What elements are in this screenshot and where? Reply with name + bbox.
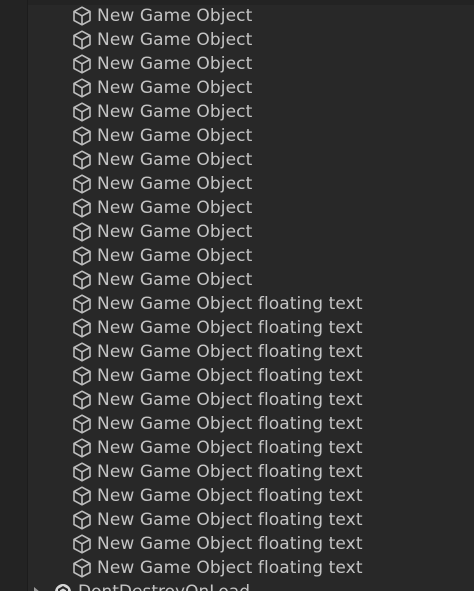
hierarchy-item-label: New Game Object floating text	[97, 414, 363, 434]
hierarchy-item[interactable]: New Game Object	[28, 268, 474, 292]
hierarchy-item[interactable]: New Game Object floating text	[28, 388, 474, 412]
hierarchy-item[interactable]: New Game Object	[28, 100, 474, 124]
hierarchy-item[interactable]: New Game Object floating text	[28, 556, 474, 580]
cube-icon	[73, 246, 91, 266]
unity-scene-icon	[55, 584, 71, 591]
hierarchy-item-label: New Game Object	[97, 246, 253, 266]
hierarchy-item-label: New Game Object	[97, 54, 253, 74]
hierarchy-item-label: New Game Object floating text	[97, 486, 363, 506]
hierarchy-item[interactable]: New Game Object floating text	[28, 508, 474, 532]
cube-icon	[73, 342, 91, 362]
hierarchy-item[interactable]: New Game Object	[28, 244, 474, 268]
hierarchy-item[interactable]: New Game Object floating text	[28, 292, 474, 316]
hierarchy-item-label: New Game Object floating text	[97, 318, 363, 338]
hierarchy-item-label: New Game Object	[97, 270, 253, 290]
cube-icon	[73, 78, 91, 98]
hierarchy-item[interactable]: New Game Object	[28, 172, 474, 196]
hierarchy-window: New Game Object New Game Object New Game…	[0, 0, 474, 591]
hierarchy-left-gutter	[0, 0, 28, 591]
hierarchy-item-label: New Game Object floating text	[97, 510, 363, 530]
hierarchy-item-label: New Game Object	[97, 198, 253, 218]
foldout-arrow-icon[interactable]	[34, 587, 40, 591]
cube-icon	[73, 438, 91, 458]
cube-icon	[73, 150, 91, 170]
hierarchy-item[interactable]: New Game Object floating text	[28, 460, 474, 484]
hierarchy-item[interactable]: New Game Object	[28, 28, 474, 52]
hierarchy-item[interactable]: New Game Object	[28, 76, 474, 100]
hierarchy-item-label: New Game Object	[97, 126, 253, 146]
cube-icon	[73, 30, 91, 50]
hierarchy-item-label: New Game Object floating text	[97, 342, 363, 362]
hierarchy-item-label: New Game Object	[97, 6, 253, 26]
cube-icon	[73, 174, 91, 194]
cube-icon	[73, 198, 91, 218]
hierarchy-item[interactable]: New Game Object	[28, 196, 474, 220]
cube-icon	[73, 510, 91, 530]
cube-icon	[73, 294, 91, 314]
scene-row-dontdestroyonload[interactable]: DontDestroyOnLoad	[28, 580, 474, 591]
hierarchy-item[interactable]: New Game Object floating text	[28, 484, 474, 508]
hierarchy-item-label: New Game Object	[97, 150, 253, 170]
cube-icon	[73, 486, 91, 506]
hierarchy-item-label: New Game Object floating text	[97, 438, 363, 458]
scene-row-label: DontDestroyOnLoad	[78, 580, 250, 591]
cube-icon	[73, 222, 91, 242]
hierarchy-item-label: New Game Object floating text	[97, 294, 363, 314]
cube-icon	[73, 558, 91, 578]
hierarchy-item-label: New Game Object	[97, 30, 253, 50]
hierarchy-item-label: New Game Object	[97, 222, 253, 242]
cube-icon	[73, 390, 91, 410]
hierarchy-item[interactable]: New Game Object	[28, 148, 474, 172]
cube-icon	[73, 462, 91, 482]
hierarchy-item[interactable]: New Game Object floating text	[28, 316, 474, 340]
hierarchy-list: New Game Object New Game Object New Game…	[28, 4, 474, 580]
cube-icon	[73, 6, 91, 26]
hierarchy-item[interactable]: New Game Object	[28, 4, 474, 28]
cube-icon	[73, 318, 91, 338]
cube-icon	[73, 534, 91, 554]
cube-icon	[73, 270, 91, 290]
cube-icon	[73, 414, 91, 434]
hierarchy-item[interactable]: New Game Object	[28, 124, 474, 148]
hierarchy-item[interactable]: New Game Object	[28, 220, 474, 244]
cube-icon	[73, 54, 91, 74]
hierarchy-item[interactable]: New Game Object floating text	[28, 412, 474, 436]
hierarchy-item[interactable]: New Game Object floating text	[28, 532, 474, 556]
cube-icon	[73, 126, 91, 146]
hierarchy-item[interactable]: New Game Object floating text	[28, 436, 474, 460]
cube-icon	[73, 366, 91, 386]
hierarchy-item[interactable]: New Game Object	[28, 52, 474, 76]
hierarchy-item[interactable]: New Game Object floating text	[28, 340, 474, 364]
hierarchy-item-label: New Game Object floating text	[97, 366, 363, 386]
hierarchy-item-label: New Game Object floating text	[97, 534, 363, 554]
hierarchy-item-label: New Game Object floating text	[97, 390, 363, 410]
cube-icon	[73, 102, 91, 122]
hierarchy-item-label: New Game Object	[97, 174, 253, 194]
hierarchy-item-label: New Game Object	[97, 102, 253, 122]
hierarchy-item[interactable]: New Game Object floating text	[28, 364, 474, 388]
hierarchy-item-label: New Game Object	[97, 78, 253, 98]
hierarchy-item-label: New Game Object floating text	[97, 462, 363, 482]
hierarchy-item-label: New Game Object floating text	[97, 558, 363, 578]
